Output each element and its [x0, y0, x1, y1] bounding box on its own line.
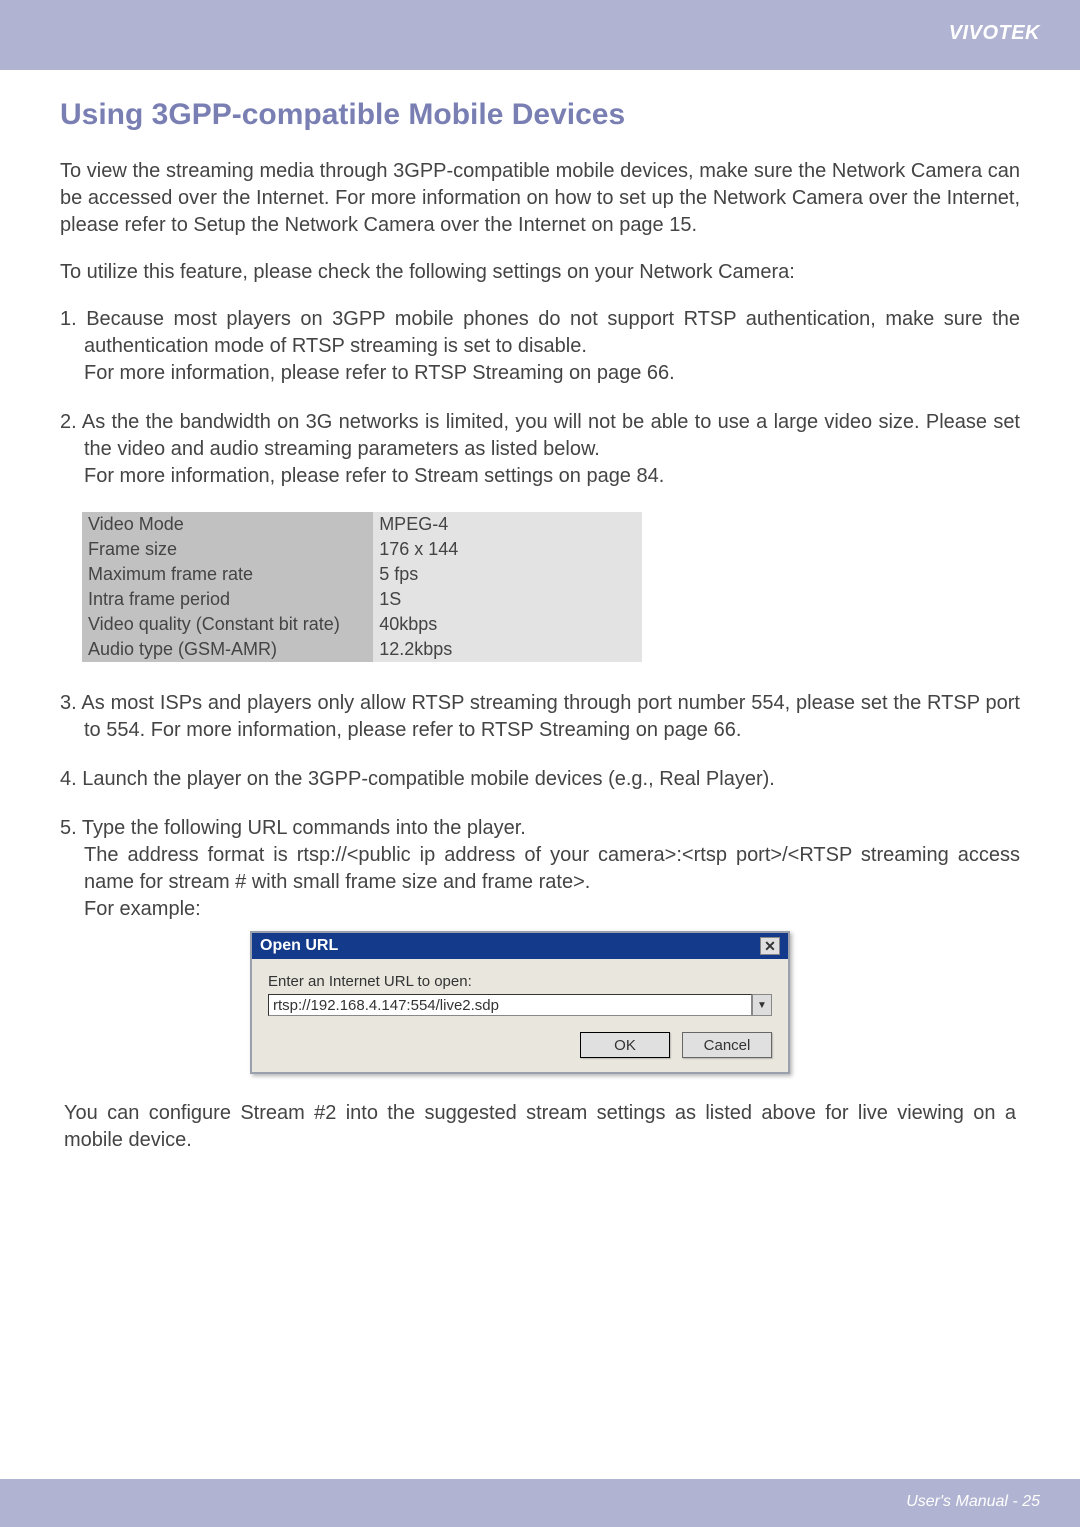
dialog-titlebar: Open URL ✕: [252, 933, 788, 959]
open-url-dialog: Open URL ✕ Enter an Internet URL to open…: [250, 931, 790, 1074]
setting-label: Video quality (Constant bit rate): [82, 612, 373, 637]
settings-table: Video Mode MPEG-4 Frame size 176 x 144 M…: [82, 512, 642, 662]
footer-band: User's Manual - 25: [0, 1479, 1080, 1527]
config-paragraph: You can configure Stream #2 into the sug…: [60, 1100, 1020, 1154]
table-row: Intra frame period 1S: [82, 587, 642, 612]
setting-label: Audio type (GSM-AMR): [82, 637, 373, 662]
list-item-2: 2. As the the bandwidth on 3G networks i…: [60, 409, 1020, 490]
setting-label: Video Mode: [82, 512, 373, 537]
setting-label: Maximum frame rate: [82, 562, 373, 587]
setting-value: 1S: [373, 587, 642, 612]
dialog-button-row: OK Cancel: [268, 1032, 772, 1058]
ok-button[interactable]: OK: [580, 1032, 670, 1058]
list-item-3: 3. As most ISPs and players only allow R…: [60, 690, 1020, 744]
url-input[interactable]: rtsp://192.168.4.147:554/live2.sdp: [268, 994, 752, 1016]
table-row: Maximum frame rate 5 fps: [82, 562, 642, 587]
brand-label: VIVOTEK: [949, 22, 1040, 45]
page-content: Using 3GPP-compatible Mobile Devices To …: [0, 70, 1080, 1194]
dialog-field-label: Enter an Internet URL to open:: [268, 973, 772, 990]
close-button[interactable]: ✕: [760, 937, 780, 955]
url-input-row: rtsp://192.168.4.147:554/live2.sdp ▼: [268, 994, 772, 1016]
cancel-button[interactable]: Cancel: [682, 1032, 772, 1058]
dialog-title-text: Open URL: [260, 937, 338, 955]
table-row: Video quality (Constant bit rate) 40kbps: [82, 612, 642, 637]
chevron-down-icon: ▼: [757, 1000, 767, 1011]
list-item-5: 5. Type the following URL commands into …: [60, 815, 1020, 923]
page-number: User's Manual - 25: [906, 1493, 1040, 1511]
intro-paragraph: To view the streaming media through 3GPP…: [60, 158, 1020, 239]
setting-value: 40kbps: [373, 612, 642, 637]
utilize-paragraph: To utilize this feature, please check th…: [60, 259, 1020, 286]
setting-value: 12.2kbps: [373, 637, 642, 662]
setting-value: MPEG-4: [373, 512, 642, 537]
setting-label: Frame size: [82, 537, 373, 562]
table-row: Frame size 176 x 144: [82, 537, 642, 562]
setting-value: 176 x 144: [373, 537, 642, 562]
list-item-1: 1. Because most players on 3GPP mobile p…: [60, 306, 1020, 387]
header-band: VIVOTEK: [0, 0, 1080, 70]
setting-value: 5 fps: [373, 562, 642, 587]
page-title: Using 3GPP-compatible Mobile Devices: [60, 98, 1020, 132]
list-item-4: 4. Launch the player on the 3GPP-compati…: [60, 766, 1020, 793]
setting-label: Intra frame period: [82, 587, 373, 612]
dropdown-button[interactable]: ▼: [752, 994, 772, 1016]
table-row: Video Mode MPEG-4: [82, 512, 642, 537]
table-row: Audio type (GSM-AMR) 12.2kbps: [82, 637, 642, 662]
dialog-body: Enter an Internet URL to open: rtsp://19…: [252, 959, 788, 1072]
